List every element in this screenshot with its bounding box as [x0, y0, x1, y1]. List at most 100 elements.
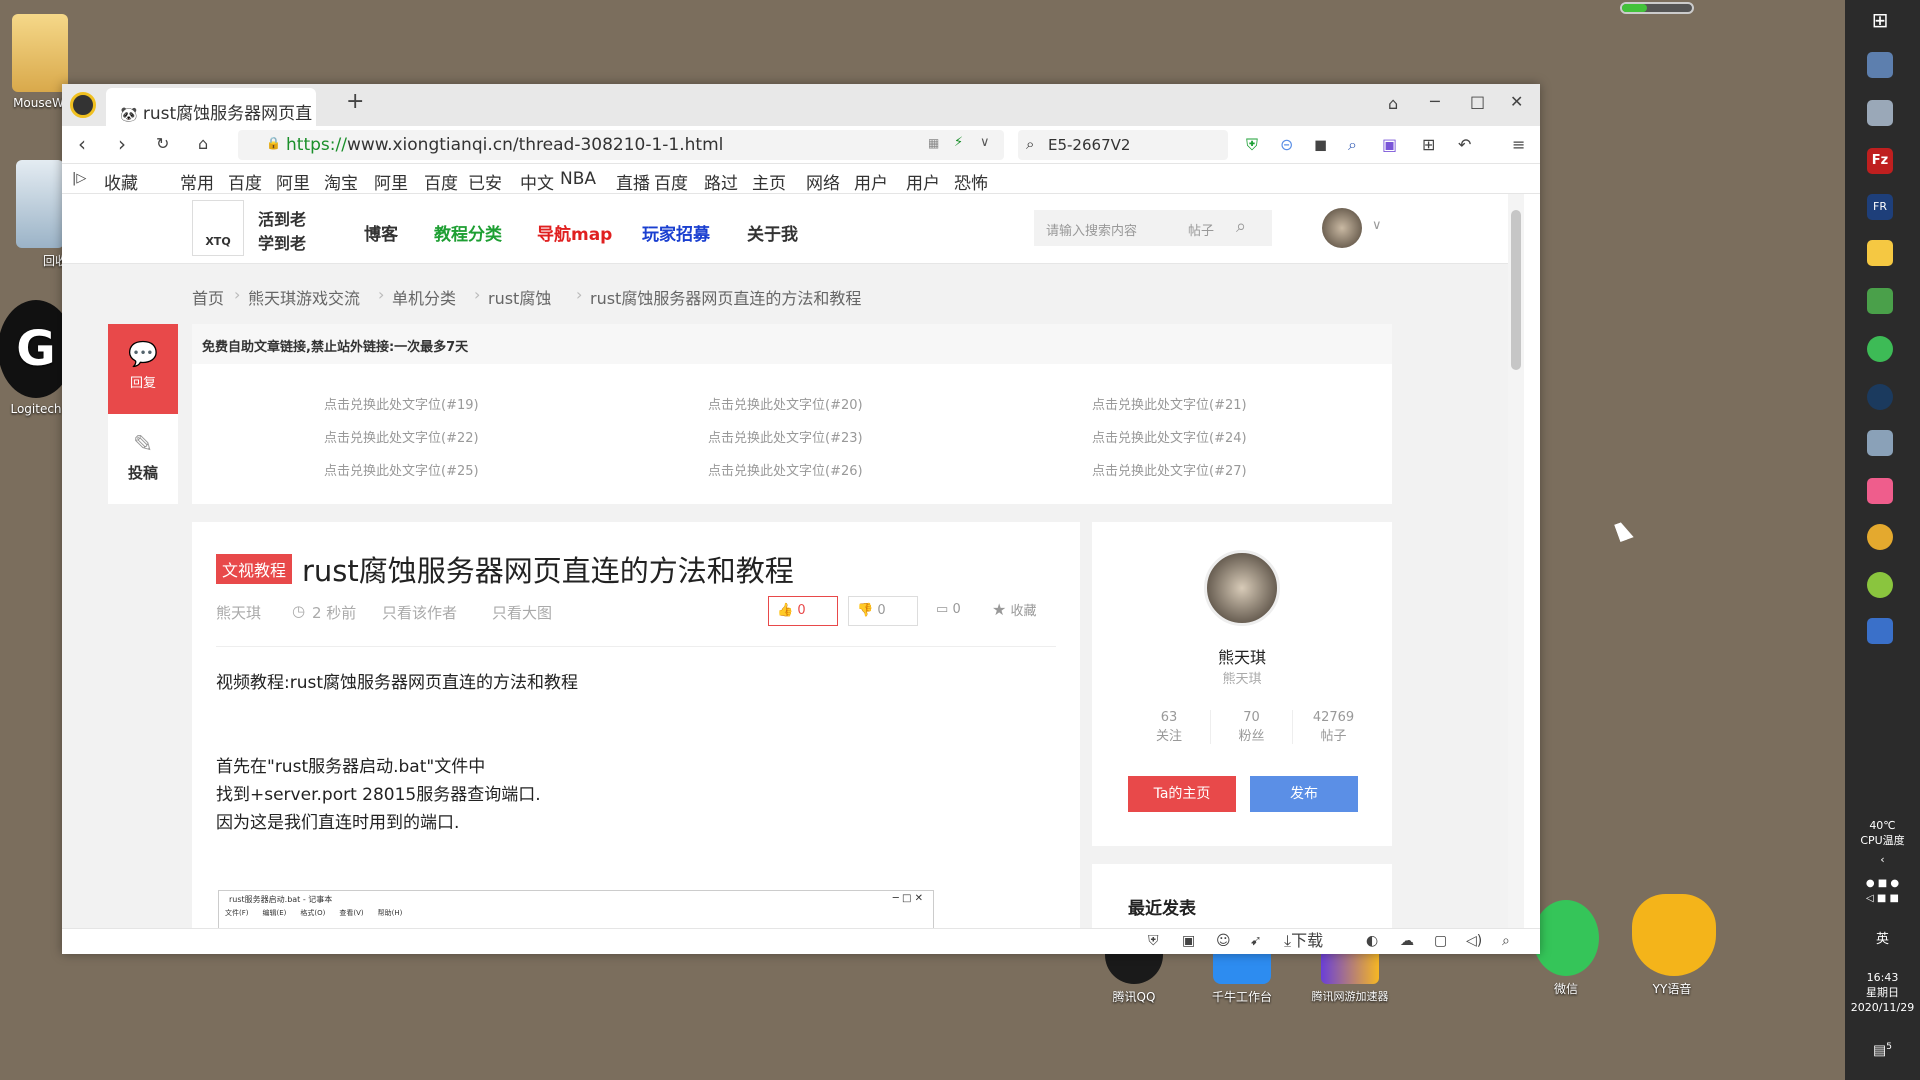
nav-blog[interactable]: 博客 — [364, 220, 398, 245]
ad-link[interactable]: 点击兑换此处文字位(#21) — [1092, 394, 1247, 413]
chevron-left-icon[interactable]: ‹ — [1845, 852, 1920, 867]
site-logo[interactable]: XTQ 活到老 学到老 — [192, 200, 318, 258]
reply-button[interactable]: 💬 回复 — [108, 324, 178, 414]
search-input[interactable]: ⌕ E5-2667V2 — [1018, 130, 1228, 160]
image-icon[interactable]: ▣ — [1182, 931, 1195, 951]
author-stat[interactable]: 70 粉丝 — [1210, 710, 1292, 744]
qr-icon[interactable]: ▦ — [928, 136, 939, 150]
home-button[interactable]: ⌂ — [198, 134, 208, 154]
ad-link[interactable]: 点击兑换此处文字位(#27) — [1092, 460, 1247, 479]
tray-icons[interactable]: ● ■ ● ◁ ■ ■ — [1845, 876, 1920, 906]
bookmark-item[interactable]: 中文 — [520, 169, 554, 194]
bookmark-item[interactable]: 用户 — [906, 169, 940, 194]
download-button[interactable]: ⤓下载 — [1284, 931, 1323, 951]
undo-icon[interactable]: ↶ — [1458, 135, 1471, 155]
mask-icon[interactable]: ◼ — [1314, 135, 1327, 155]
author-avatar[interactable] — [1204, 550, 1280, 626]
ad-link[interactable]: 点击兑换此处文字位(#19) — [324, 394, 479, 413]
cloud-icon[interactable]: ☁ — [1400, 931, 1414, 951]
maximize-button[interactable]: □ — [1470, 92, 1485, 112]
bookmark-item[interactable]: 常用 — [180, 169, 214, 194]
bookmark-item[interactable]: 已安 — [468, 169, 502, 194]
comment-count[interactable]: ▭ 0 — [936, 602, 961, 617]
author-stat[interactable]: 63 关注 — [1128, 710, 1210, 744]
search-icon[interactable]: ⌕ — [1236, 216, 1246, 237]
author-name[interactable]: 熊天琪 — [1092, 644, 1392, 668]
author-stat[interactable]: 42769 帖子 — [1292, 710, 1374, 744]
desktop-icon-yy[interactable]: YY语音 — [1632, 894, 1716, 997]
close-button[interactable]: ✕ — [1510, 92, 1523, 112]
bookmark-item[interactable]: 路过 — [704, 169, 738, 194]
incognito-icon[interactable]: ◐ — [1366, 931, 1378, 951]
notification-icon[interactable]: ▤5 — [1845, 1040, 1920, 1059]
avatar[interactable] — [1322, 208, 1362, 248]
nav-about[interactable]: 关于我 — [747, 220, 798, 245]
shirt-skin-icon[interactable]: ⌂ — [1388, 94, 1398, 114]
bookmark-item[interactable]: 恐怖 — [954, 169, 988, 194]
clock[interactable]: 16:43 星期日 2020/11/29 — [1845, 970, 1920, 1015]
breadcrumb-item[interactable]: 首页 — [192, 285, 224, 309]
app-icon-remote[interactable] — [1867, 430, 1893, 456]
shield-status-icon[interactable]: ⛨ — [1148, 931, 1159, 951]
bookmark-item[interactable]: NBA — [560, 169, 596, 189]
app-icon-fr[interactable]: FR — [1867, 194, 1893, 220]
bookmark-item[interactable]: 阿里 — [276, 169, 310, 194]
bookmark-item[interactable]: 主页 — [752, 169, 786, 194]
bookmark-item[interactable]: 直播 — [616, 169, 650, 194]
reload-button[interactable]: ↻ — [156, 134, 169, 154]
app-icon-green-circle[interactable] — [1867, 336, 1893, 362]
app-icon-network[interactable] — [1867, 52, 1893, 78]
ad-link[interactable]: 点击兑换此处文字位(#23) — [708, 427, 863, 446]
active-tab[interactable]: 🐼 rust腐蚀服务器网页直 — [106, 88, 316, 126]
article-author[interactable]: 熊天琪 — [216, 602, 261, 623]
grid-icon[interactable]: ⊞ — [1422, 135, 1435, 155]
rocket-icon[interactable]: ➹ — [1250, 931, 1262, 951]
speaker-icon[interactable]: ◁) — [1466, 931, 1482, 951]
ad-link[interactable]: 点击兑换此处文字位(#26) — [708, 460, 863, 479]
publish-button[interactable]: 发布 — [1250, 776, 1358, 812]
new-tab-button[interactable]: + — [346, 91, 364, 113]
zoom-icon[interactable]: ⌕ — [1502, 931, 1510, 951]
bookmark-item[interactable]: 用户 — [854, 169, 888, 194]
bookmark-item[interactable]: 百度 — [228, 169, 262, 194]
app-icon-tool[interactable] — [1867, 100, 1893, 126]
bookmark-item[interactable]: 阿里 — [374, 169, 408, 194]
lightning-icon[interactable]: ⚡ — [954, 135, 963, 150]
nav-map[interactable]: 导航map — [537, 220, 612, 245]
chevron-down-icon[interactable]: ∨ — [1372, 218, 1382, 233]
minimize-button[interactable]: ─ — [1430, 92, 1440, 112]
bookmark-item[interactable]: 淘宝 — [324, 169, 358, 194]
sidebar-toggle-icon[interactable]: |▷ — [72, 169, 86, 189]
filezilla-icon[interactable]: Fz — [1867, 148, 1893, 174]
post-button[interactable]: ✎ 投稿 — [108, 414, 178, 504]
bookmark-item[interactable]: 百度 — [424, 169, 458, 194]
breadcrumb-item[interactable]: rust腐蚀服务器网页直连的方法和教程 — [590, 285, 861, 309]
ime-indicator[interactable]: 英 — [1845, 932, 1920, 947]
article-tag[interactable]: 文视教程 — [216, 554, 293, 584]
app-icon-monitor[interactable] — [1867, 618, 1893, 644]
menu-icon[interactable]: ≡ — [1512, 135, 1525, 155]
dislike-button[interactable]: 👎 0 — [848, 596, 918, 626]
bookmark-item[interactable]: 收藏 — [104, 169, 138, 194]
ad-link[interactable]: 点击兑换此处文字位(#24) — [1092, 427, 1247, 446]
ad-link[interactable]: 点击兑换此处文字位(#22) — [324, 427, 479, 446]
bookmark-item[interactable]: 百度 — [654, 169, 688, 194]
breadcrumb-item[interactable]: rust腐蚀 — [488, 285, 551, 309]
app-icon-chart[interactable] — [1867, 288, 1893, 314]
ad-link[interactable]: 点击兑换此处文字位(#25) — [324, 460, 479, 479]
favorite-button[interactable]: ★ 收藏 — [992, 600, 1037, 619]
app-icon-lime[interactable] — [1867, 572, 1893, 598]
windows-start-icon[interactable]: ⊞ — [1867, 8, 1893, 34]
adblock-icon[interactable]: ⊝ — [1280, 135, 1293, 155]
app-icon-raccoon[interactable] — [1867, 524, 1893, 550]
window-icon[interactable]: ▢ — [1434, 931, 1447, 951]
like-button[interactable]: 👍 0 — [768, 596, 838, 626]
nav-tutorials[interactable]: 教程分类 — [434, 220, 502, 245]
chevron-down-icon[interactable]: ∨ — [980, 135, 990, 150]
author-home-button[interactable]: Ta的主页 — [1128, 776, 1236, 812]
forward-button[interactable]: › — [118, 134, 126, 154]
ad-link[interactable]: 点击兑换此处文字位(#20) — [708, 394, 863, 413]
translate-icon[interactable]: ▣ — [1382, 135, 1397, 155]
magnifier-icon[interactable]: ⌕ — [1348, 135, 1357, 155]
scrollbar[interactable] — [1508, 194, 1524, 928]
